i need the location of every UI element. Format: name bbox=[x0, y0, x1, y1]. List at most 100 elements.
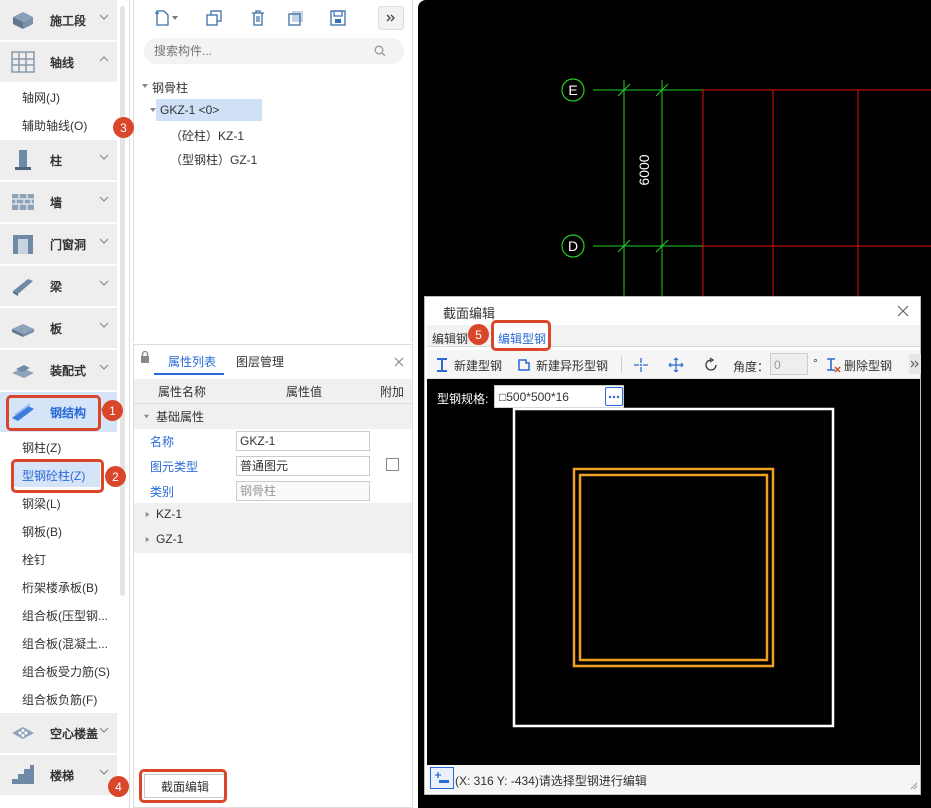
tab-property-list[interactable]: 属性列表 bbox=[154, 345, 224, 375]
section-canvas[interactable]: 型钢规格: □500*500*16 bbox=[427, 379, 920, 765]
copy-component-button[interactable] bbox=[200, 6, 228, 30]
concrete-outline bbox=[512, 407, 835, 728]
chevron-up-icon bbox=[99, 56, 109, 62]
category-hollow-floor[interactable]: 空心楼盖 bbox=[0, 713, 117, 753]
double-chevron-right-icon bbox=[386, 14, 395, 22]
steel-tube-outer[interactable] bbox=[572, 467, 775, 668]
toolbar-overflow-button[interactable] bbox=[378, 6, 404, 30]
trash-icon bbox=[252, 10, 264, 26]
property-name: 名称 bbox=[150, 435, 175, 449]
tree-node-kz1[interactable]: （砼柱）KZ-1 bbox=[170, 127, 244, 144]
sidebar-item-steel-column[interactable]: 钢柱(Z) bbox=[22, 439, 61, 456]
steel-tube-inner[interactable] bbox=[578, 473, 769, 662]
button-label: 新建异形型钢 bbox=[536, 358, 609, 373]
new-file-icon bbox=[155, 10, 169, 26]
category-label: 柱 bbox=[50, 153, 63, 168]
property-group-gz1[interactable]: GZ-1 bbox=[134, 528, 412, 553]
category-axis[interactable]: 轴线 bbox=[0, 42, 117, 82]
tree-node-gz1[interactable]: （型钢柱）GZ-1 bbox=[170, 151, 257, 168]
tab-edit-steel-bar[interactable]: 编辑钢 bbox=[432, 330, 468, 347]
tree-root-node[interactable]: 钢骨柱 bbox=[152, 79, 188, 96]
category-door-window[interactable]: 门窗洞 bbox=[0, 224, 117, 264]
beam-icon bbox=[13, 279, 33, 296]
sidebar-item-aux-axis[interactable]: 辅助轴线(O) bbox=[22, 117, 87, 134]
component-tree-panel: 钢骨柱 GKZ-1 <0> （砼柱）KZ-1 （型钢柱）GZ-1 bbox=[133, 0, 413, 342]
search-input[interactable] bbox=[154, 44, 374, 58]
close-icon[interactable] bbox=[394, 357, 404, 367]
snap-icon bbox=[435, 772, 449, 783]
section-drawing[interactable] bbox=[427, 379, 920, 765]
copy-to-layer-button[interactable] bbox=[282, 6, 310, 30]
callout-badge: 1 bbox=[102, 400, 123, 421]
sidebar-item-truss-deck[interactable]: 桁架楼承板(B) bbox=[22, 579, 98, 596]
category-label: 施工段 bbox=[50, 13, 87, 28]
column-icon bbox=[15, 150, 31, 170]
category-prefab[interactable]: 装配式 bbox=[0, 350, 117, 390]
double-chevron-right-icon bbox=[911, 360, 919, 368]
delete-component-button[interactable] bbox=[244, 6, 272, 30]
sidebar-item-stud[interactable]: 栓钉 bbox=[22, 551, 46, 568]
sidebar-item-steel-plate[interactable]: 钢板(B) bbox=[22, 523, 62, 540]
axis-label-e: E bbox=[568, 82, 577, 98]
name-field[interactable]: GKZ-1 bbox=[236, 431, 370, 451]
tree-node-gkz1[interactable]: GKZ-1 <0> bbox=[160, 103, 219, 117]
dropdown-arrow-icon bbox=[172, 16, 178, 20]
section-edit-dialog: 截面编辑 编辑钢 编辑型钢 新建型钢 新建异形型钢 角度： 0 ° 删除型钢 型… bbox=[424, 296, 921, 795]
group-label: KZ-1 bbox=[156, 507, 183, 521]
category-column[interactable]: 柱 bbox=[0, 140, 117, 180]
new-steel-button[interactable]: 新建型钢 bbox=[435, 352, 502, 378]
new-component-button[interactable] bbox=[146, 6, 186, 30]
sidebar-item-composite-slab-rebar[interactable]: 组合板受力筋(S) bbox=[22, 663, 110, 680]
category-label: 墙 bbox=[50, 195, 63, 210]
delete-steel-button[interactable]: 删除型钢 bbox=[825, 352, 892, 378]
category-slab[interactable]: 板 bbox=[0, 308, 117, 348]
sidebar-item-composite-slab-concrete[interactable]: 组合板(混凝土... bbox=[22, 635, 108, 652]
resize-grip-icon[interactable] bbox=[909, 781, 918, 790]
category-label: 梁 bbox=[50, 279, 63, 294]
save-component-button[interactable] bbox=[324, 6, 352, 30]
rotate-icon[interactable] bbox=[703, 357, 719, 373]
category-field: 钢骨柱 bbox=[236, 481, 370, 501]
close-icon[interactable] bbox=[897, 305, 909, 317]
angle-input[interactable]: 0 bbox=[770, 353, 808, 375]
save-icon bbox=[330, 10, 346, 26]
component-search[interactable] bbox=[144, 38, 404, 64]
tree-expand-icon[interactable] bbox=[149, 106, 157, 114]
attach-checkbox[interactable] bbox=[386, 458, 399, 471]
table-row: 图元类型 普通图元 bbox=[134, 454, 412, 479]
toolbar-overflow-button[interactable] bbox=[909, 354, 921, 374]
axis-grid-icon bbox=[11, 51, 35, 73]
element-type-field[interactable]: 普通图元 bbox=[236, 456, 370, 476]
highlight-box-edit-steel-tab bbox=[491, 320, 551, 351]
property-group-kz1[interactable]: KZ-1 bbox=[134, 503, 412, 528]
category-label: 板 bbox=[50, 321, 63, 336]
sidebar-item-composite-slab-profiled[interactable]: 组合板(压型钢... bbox=[22, 607, 108, 624]
category-label: 装配式 bbox=[50, 363, 87, 378]
construction-section-icon bbox=[13, 12, 33, 29]
move-icon[interactable] bbox=[668, 357, 684, 373]
chevron-down-icon bbox=[99, 280, 109, 286]
lock-icon[interactable] bbox=[140, 351, 150, 364]
slab-icon bbox=[12, 324, 34, 337]
sidebar-item-steel-beam[interactable]: 钢梁(L) bbox=[22, 495, 61, 512]
category-wall[interactable]: 墙 bbox=[0, 182, 117, 222]
tab-layer-management[interactable]: 图层管理 bbox=[236, 353, 284, 370]
duplicate-icon bbox=[288, 11, 303, 26]
sidebar-item-axis-grid[interactable]: 轴网(J) bbox=[22, 89, 60, 106]
sidebar-scrollbar[interactable] bbox=[120, 6, 125, 596]
crosshair-icon[interactable] bbox=[633, 357, 649, 373]
category-beam[interactable]: 梁 bbox=[0, 266, 117, 306]
sidebar-item-composite-slab-neg-rebar[interactable]: 组合板负筋(F) bbox=[22, 691, 97, 708]
dialog-toolbar: 新建型钢 新建异形型钢 角度： 0 ° 删除型钢 bbox=[427, 350, 921, 379]
category-stair[interactable]: 楼梯 bbox=[0, 755, 117, 795]
tree-expand-icon[interactable] bbox=[141, 82, 149, 90]
dialog-title: 截面编辑 bbox=[443, 306, 496, 321]
category-construction-section[interactable]: 施工段 bbox=[0, 0, 117, 40]
snap-toggle-button[interactable] bbox=[430, 767, 454, 789]
chevron-down-icon bbox=[99, 238, 109, 244]
new-irregular-steel-button[interactable]: 新建异形型钢 bbox=[517, 352, 608, 378]
callout-badge: 4 bbox=[108, 776, 129, 797]
prefab-icon bbox=[12, 365, 34, 378]
property-group-basic[interactable]: 基础属性 bbox=[134, 404, 412, 429]
hollow-floor-icon bbox=[12, 727, 34, 739]
